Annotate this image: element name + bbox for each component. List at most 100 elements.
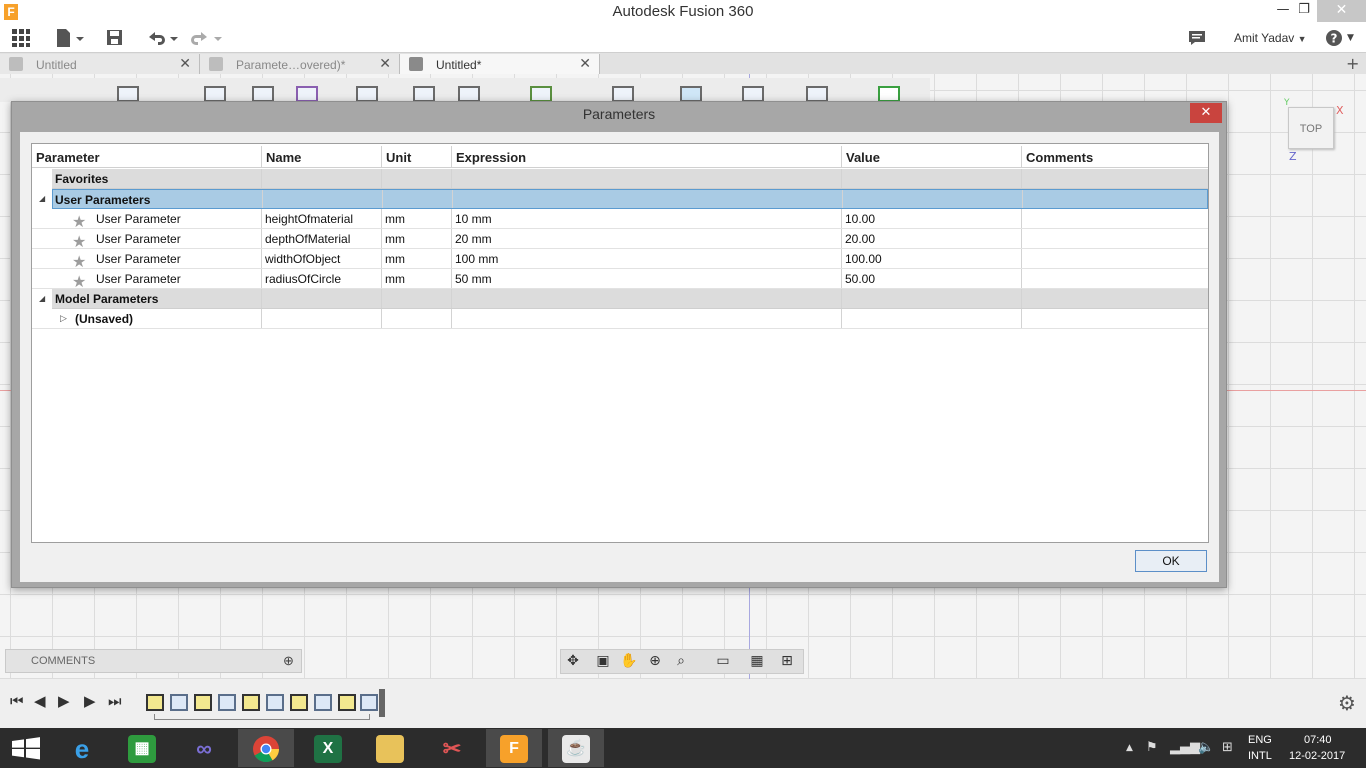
display-settings-icon[interactable]: ▭ [713, 652, 733, 670]
look-at-icon[interactable]: ▣ [593, 652, 613, 670]
rectangle-icon[interactable] [204, 86, 226, 102]
parameter-comment[interactable] [1022, 229, 1208, 248]
expand-triangle-icon[interactable]: ▷ [60, 313, 67, 324]
model-parameters-group-row[interactable]: Model Parameters [52, 289, 1208, 309]
clock-time[interactable]: 07:40 [1304, 734, 1332, 746]
tab-close-icon[interactable]: ✕ [379, 55, 391, 72]
timeline-extrude-feature[interactable] [314, 694, 332, 711]
favorite-star-icon[interactable]: ★ [72, 252, 86, 268]
tab-close-icon[interactable]: ✕ [579, 55, 591, 72]
data-panel-grid-icon[interactable] [11, 28, 31, 48]
comments-panel[interactable]: COMMENTS ⊕ [5, 649, 302, 673]
appearance-icon[interactable] [530, 86, 552, 102]
user-account-menu[interactable]: Amit Yadav ▼ [1234, 31, 1307, 45]
taskbar-store[interactable]: ▦ [114, 729, 170, 767]
timeline-sketch-feature[interactable] [146, 694, 164, 711]
go-to-end-icon[interactable]: ⏭ [108, 692, 122, 710]
step-forward-icon[interactable]: ▶ [58, 692, 70, 710]
parameter-comment[interactable] [1022, 209, 1208, 228]
tab-untitled-active[interactable]: Untitled* ✕ [400, 54, 600, 75]
gear-icon[interactable]: ⚙ [1338, 691, 1356, 715]
comment-icon[interactable] [1188, 28, 1206, 48]
language-indicator[interactable]: ENG [1248, 734, 1272, 746]
undo-icon[interactable] [146, 28, 180, 48]
tab-parameters-recovered[interactable]: Paramete…overed)* ✕ [200, 54, 400, 75]
play-icon[interactable]: ▶ [84, 692, 96, 710]
tab-untitled[interactable]: Untitled ✕ [0, 54, 200, 75]
timeline-sketch-feature[interactable] [194, 694, 212, 711]
chevron-up-icon[interactable]: ▲ [1126, 743, 1133, 753]
taskbar-fusion-360[interactable]: F [486, 729, 542, 767]
help-menu[interactable]: ? ▼ [1325, 28, 1354, 48]
clock-date[interactable]: 12-02-2017 [1289, 750, 1345, 762]
select-icon[interactable] [612, 86, 634, 102]
insert-image-icon[interactable] [680, 86, 702, 102]
column-header-parameter[interactable]: Parameter [32, 146, 262, 167]
timeline-marker-handle[interactable] [379, 689, 385, 717]
tab-close-icon[interactable]: ✕ [179, 55, 191, 72]
file-menu-icon[interactable] [55, 28, 85, 48]
select-box-icon[interactable] [878, 86, 900, 102]
script-icon[interactable] [806, 86, 828, 102]
grid-settings-icon[interactable]: ▦ [747, 652, 767, 670]
column-header-value[interactable]: Value [842, 146, 1022, 167]
column-header-unit[interactable]: Unit [382, 146, 452, 167]
taskbar-internet-explorer[interactable]: e [54, 729, 110, 767]
timeline-sketch-feature[interactable] [290, 694, 308, 711]
volume-icon[interactable]: 🔈 [1198, 740, 1214, 755]
orbit-icon[interactable]: ✥ [563, 652, 583, 670]
maximize-button[interactable]: ❐ [1290, 0, 1318, 22]
column-header-comments[interactable]: Comments [1022, 146, 1208, 167]
start-button[interactable] [0, 729, 56, 767]
keyboard-layout-indicator[interactable]: INTL [1248, 750, 1272, 762]
box-icon[interactable] [356, 86, 378, 102]
pan-hand-icon[interactable]: ✋ [619, 652, 639, 670]
taskbar-snipping-tool[interactable]: ✂ [424, 729, 480, 767]
ok-button[interactable]: OK [1135, 550, 1207, 572]
dialog-close-button[interactable]: ✕ [1190, 103, 1222, 123]
parameter-comment[interactable] [1022, 269, 1208, 288]
taskbar-chrome[interactable] [238, 729, 294, 767]
window-close-button[interactable]: ✕ [1317, 0, 1366, 22]
extrude-icon[interactable] [252, 86, 274, 102]
table-row[interactable]: ★ User Parameter widthOfObject mm 100 mm … [32, 249, 1208, 269]
user-parameters-group-row[interactable]: User Parameters✚ [52, 189, 1208, 209]
table-row[interactable]: ★ User Parameter radiusOfCircle mm 50 mm … [32, 269, 1208, 289]
sphere-icon[interactable] [296, 86, 318, 102]
flag-icon[interactable]: ⚑ [1146, 740, 1158, 755]
timeline-sketch-feature[interactable] [338, 694, 356, 711]
taskbar-app-infinity[interactable]: ∞ [176, 729, 232, 767]
align-icon[interactable] [413, 86, 435, 102]
favorite-star-icon[interactable]: ★ [72, 272, 86, 288]
add-comment-icon[interactable]: ⊕ [283, 653, 294, 669]
ime-icon[interactable]: ⊞ [1222, 740, 1233, 755]
parameter-comment[interactable] [1022, 249, 1208, 268]
sketch-icon[interactable] [117, 86, 139, 102]
timeline-sketch-feature[interactable] [242, 694, 260, 711]
save-icon[interactable] [106, 28, 124, 48]
zoom-window-icon[interactable]: ⌕ [671, 652, 691, 670]
column-header-expression[interactable]: Expression [452, 146, 842, 167]
print-icon[interactable] [742, 86, 764, 102]
view-cube[interactable]: TOP [1288, 107, 1334, 149]
measure-icon[interactable] [458, 86, 480, 102]
timeline-extrude-feature[interactable] [266, 694, 284, 711]
collapse-triangle-icon[interactable]: ◢ [39, 194, 45, 203]
timeline-extrude-feature[interactable] [170, 694, 188, 711]
network-signal-icon[interactable]: ▂▄▆ [1170, 740, 1200, 755]
taskbar-excel[interactable]: X [300, 729, 356, 767]
viewports-icon[interactable]: ⊞ [777, 652, 797, 670]
collapse-triangle-icon[interactable]: ◢ [39, 294, 45, 303]
favorite-star-icon[interactable]: ★ [72, 212, 86, 228]
table-row[interactable]: ★ User Parameter heightOfmaterial mm 10 m… [32, 209, 1208, 229]
taskbar-java[interactable]: ☕ [548, 729, 604, 767]
timeline-extrude-feature[interactable] [218, 694, 236, 711]
column-header-name[interactable]: Name [262, 146, 382, 167]
new-tab-button[interactable]: + [1346, 54, 1359, 73]
timeline-extrude-feature[interactable] [360, 694, 378, 711]
favorites-group-row[interactable]: Favorites [52, 169, 1208, 189]
favorite-star-icon[interactable]: ★ [72, 232, 86, 248]
step-back-icon[interactable]: ◀ [34, 692, 46, 710]
redo-icon[interactable] [190, 28, 224, 48]
table-row[interactable]: ★ User Parameter depthOfMaterial mm 20 mm… [32, 229, 1208, 249]
